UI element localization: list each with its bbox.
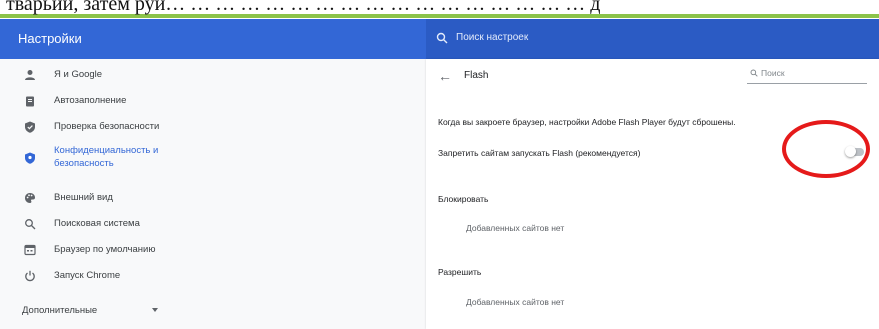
sidebar-item-label: Внешний вид (54, 192, 113, 203)
settings-search-input[interactable]: Поиск настроек (426, 19, 879, 59)
search-placeholder: Поиск (761, 68, 785, 78)
sidebar-item-label-active: Конфиденциальность и безопасность (54, 144, 158, 170)
clipboard-icon (26, 96, 34, 107)
sidebar-item-label: Я и Google (54, 69, 103, 80)
sidebar-item-appearance[interactable]: Внешний вид (0, 188, 420, 208)
flash-search-input[interactable]: Поиск (747, 66, 867, 84)
block-section-heading: Блокировать (438, 194, 489, 204)
browser-icon (24, 244, 36, 256)
power-icon (25, 270, 35, 282)
block-flash-label: Запретить сайтам запускать Flash (рекоме… (438, 148, 641, 158)
block-empty-text: Добавленных сайтов нет (466, 223, 565, 233)
sidebar-item-default-browser[interactable]: Браузер по умолчанию (0, 240, 420, 260)
sidebar-item-search-engine[interactable]: Поисковая система (0, 214, 420, 234)
page-title: Flash (464, 70, 489, 81)
shield-lock-icon (25, 152, 35, 164)
search-icon (436, 32, 448, 44)
sidebar-advanced-toggle[interactable]: Дополнительные (0, 301, 420, 321)
sidebar-item-privacy-security[interactable]: Конфиденциальность и безопасность (0, 143, 420, 175)
chevron-down-icon (152, 308, 158, 312)
sidebar-item-label: Запуск Chrome (54, 270, 121, 281)
active-label-line2: безопасность (54, 158, 114, 169)
allow-section-heading: Разрешить (438, 267, 482, 277)
caption-text: тварьий, затем руй… … … … … … … … … … … … (6, 0, 601, 15)
sidebar-advanced-label: Дополнительные (22, 305, 98, 316)
person-icon (25, 70, 35, 80)
search-icon (25, 219, 36, 230)
sidebar: Я и Google Автозаполнение Проверка безоп… (0, 59, 426, 329)
page-title-settings: Настройки (18, 31, 82, 46)
sidebar-item-you-and-google[interactable]: Я и Google (0, 65, 420, 85)
back-arrow-icon[interactable]: ← (438, 68, 452, 84)
red-circle-annotation (782, 120, 870, 178)
palette-icon (25, 193, 35, 203)
sidebar-item-label: Поисковая система (54, 218, 140, 229)
search-placeholder: Поиск настроек (456, 32, 529, 43)
top-caption-strip: тварьий, затем руй… … … … … … … … … … … … (0, 0, 879, 19)
active-label-line1: Конфиденциальность и (54, 145, 159, 156)
search-icon (750, 69, 758, 77)
allow-empty-text: Добавленных сайтов нет (466, 297, 565, 307)
sidebar-item-on-startup[interactable]: Запуск Chrome (0, 266, 420, 286)
flash-settings-panel: ← Flash Поиск Когда вы закроете браузер,… (426, 59, 879, 329)
sidebar-item-label: Проверка безопасности (54, 121, 160, 132)
shield-check-icon (25, 121, 35, 133)
sidebar-item-autofill[interactable]: Автозаполнение (0, 91, 420, 111)
reset-notice: Когда вы закроете браузер, настройки Ado… (438, 117, 736, 127)
sidebar-item-safety-check[interactable]: Проверка безопасности (0, 117, 420, 137)
sidebar-item-label: Автозаполнение (54, 95, 127, 106)
sidebar-item-label: Браузер по умолчанию (54, 244, 156, 255)
